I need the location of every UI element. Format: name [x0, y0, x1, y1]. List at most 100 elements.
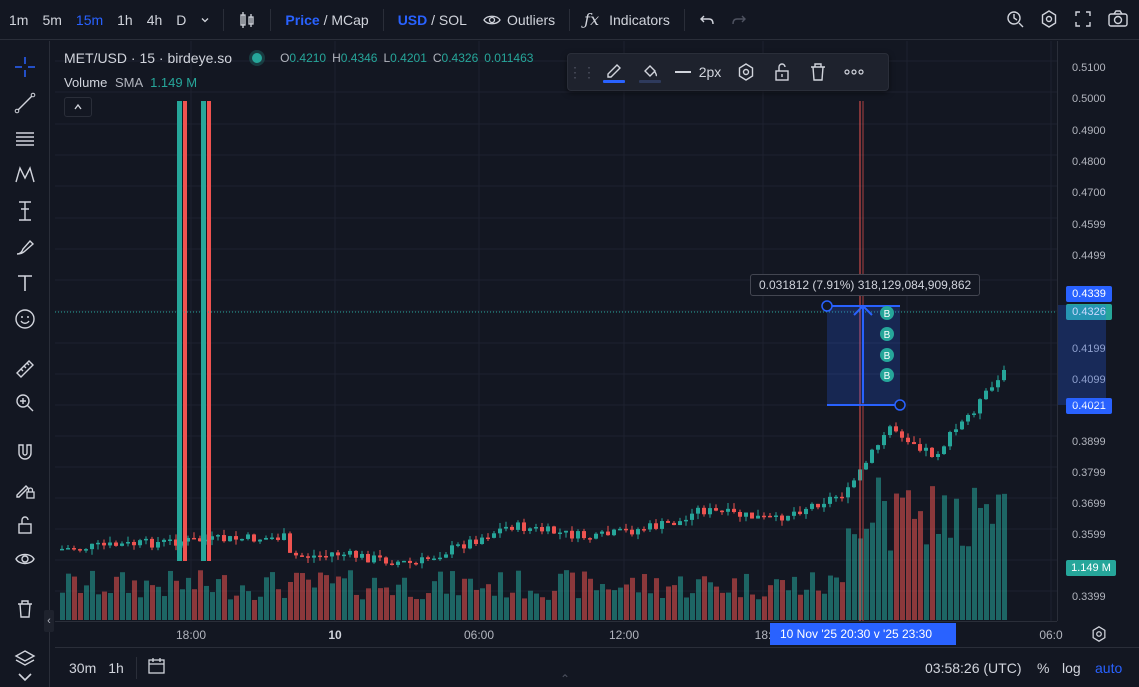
- trendline-tool[interactable]: [11, 89, 39, 117]
- timeframe-1m[interactable]: 1m: [2, 12, 35, 28]
- candle-body: [978, 399, 982, 414]
- lock-button[interactable]: [764, 53, 800, 91]
- volume-bar: [270, 572, 275, 620]
- volume-bar: [696, 579, 701, 620]
- volume-bar: [114, 576, 119, 620]
- goto-date-button[interactable]: [147, 657, 167, 678]
- volume-bar: [918, 511, 923, 620]
- more-button[interactable]: [836, 53, 872, 91]
- candle-body: [324, 555, 328, 558]
- indicators-button[interactable]: ƒx Indicators: [576, 10, 678, 29]
- utc-clock[interactable]: 03:58:26 (UTC): [925, 660, 1021, 676]
- fill-color-button[interactable]: [632, 53, 668, 91]
- time-axis[interactable]: 18:00 10 06:00 12:00 18: 06:0 10 Nov '25…: [55, 621, 1063, 646]
- candle-body: [660, 521, 664, 529]
- line-width-button[interactable]: 2px: [668, 53, 728, 91]
- range-30m-button[interactable]: 30m: [69, 660, 96, 676]
- symbol-title[interactable]: MET/USD · 15 · birdeye.so: [64, 50, 232, 66]
- candle-body: [762, 515, 766, 518]
- candle-body: [90, 543, 94, 550]
- candle-body: [822, 503, 826, 508]
- candle-body: [384, 557, 388, 564]
- collapse-legend-button[interactable]: [64, 97, 92, 117]
- settings-button[interactable]: [1039, 9, 1059, 32]
- text-tool[interactable]: [11, 269, 39, 297]
- percent-scale-button[interactable]: %: [1037, 660, 1049, 676]
- toolbar-more[interactable]: [11, 667, 39, 687]
- emoji-tool[interactable]: [11, 305, 39, 333]
- crosshair-tool[interactable]: [11, 53, 39, 81]
- timeframe-D[interactable]: D: [169, 12, 193, 28]
- undo-button[interactable]: [691, 13, 723, 27]
- measure-tool[interactable]: [11, 197, 39, 225]
- timeframe-5m[interactable]: 5m: [35, 12, 68, 28]
- pattern-tool[interactable]: [11, 161, 39, 189]
- line-color-button[interactable]: [596, 53, 632, 91]
- candle-body: [450, 545, 454, 555]
- ruler-tool[interactable]: [11, 355, 39, 383]
- auto-scale-button[interactable]: auto: [1095, 660, 1122, 676]
- collapse-toolbar-handle[interactable]: ‹: [44, 610, 54, 632]
- alert-button[interactable]: [1005, 9, 1025, 32]
- hide-tool[interactable]: [11, 545, 39, 573]
- settings-button[interactable]: [728, 53, 764, 91]
- sol-option[interactable]: / SOL: [431, 12, 467, 28]
- volume-bar: [606, 589, 611, 620]
- remove-drawings-tool[interactable]: [11, 595, 39, 623]
- candle-body: [276, 537, 280, 540]
- candle-body: [972, 413, 976, 415]
- price-range-label: 0.031812 (7.91%) 318,129,084,909,862: [750, 274, 981, 296]
- volume-bar: [378, 588, 383, 620]
- volume-bar: [630, 577, 635, 620]
- screenshot-button[interactable]: [1107, 9, 1129, 32]
- price-mcap-toggle[interactable]: Price / MCap: [277, 12, 376, 28]
- volume-label[interactable]: Volume: [64, 75, 107, 90]
- volume-bar: [342, 578, 347, 620]
- candle-type-button[interactable]: [230, 10, 264, 30]
- collapse-bottom-panel-icon[interactable]: ⌃: [560, 672, 570, 686]
- chart-settings-button[interactable]: [1090, 625, 1108, 646]
- price-range-band: [1058, 305, 1106, 405]
- volume-bar: [768, 585, 773, 620]
- candle-body: [132, 541, 136, 546]
- log-scale-button[interactable]: log: [1062, 660, 1081, 676]
- undo-icon: [699, 15, 714, 24]
- timeframe-dropdown-icon[interactable]: [193, 12, 217, 28]
- volume-bar: [924, 544, 929, 620]
- price-label: 0.5100: [1072, 62, 1106, 74]
- candle-body: [588, 538, 592, 540]
- volume-bar: [528, 590, 533, 620]
- volume-bar: [996, 494, 1001, 620]
- drag-handle[interactable]: ⋮⋮: [568, 53, 596, 91]
- lock-all-tool[interactable]: [11, 511, 39, 539]
- volume-bar: [726, 592, 731, 620]
- timeframe-1h[interactable]: 1h: [110, 12, 140, 28]
- fib-tool[interactable]: [11, 125, 39, 153]
- zoom-tool[interactable]: [11, 389, 39, 417]
- redo-button[interactable]: [723, 13, 755, 27]
- volume-bar: [258, 596, 263, 620]
- fullscreen-button[interactable]: [1073, 9, 1093, 32]
- currency-toggle[interactable]: USD / SOL: [390, 12, 475, 28]
- candle-body: [774, 515, 778, 517]
- candlestick-chart[interactable]: BBBB: [55, 41, 1057, 621]
- candle-body: [96, 542, 100, 545]
- chart-pane[interactable]: BBBB: [55, 41, 1057, 621]
- usd-option[interactable]: USD: [398, 12, 428, 28]
- candle-body: [498, 528, 502, 534]
- timeframe-4h[interactable]: 4h: [140, 12, 170, 28]
- volume-bar: [912, 518, 917, 620]
- delete-button[interactable]: [800, 53, 836, 91]
- magnet-tool[interactable]: [11, 439, 39, 467]
- mcap-option[interactable]: / MCap: [324, 12, 369, 28]
- lock-draw-tool[interactable]: [11, 475, 39, 503]
- candle-body: [522, 522, 526, 531]
- volume-bar: [138, 597, 143, 620]
- outliers-button[interactable]: Outliers: [475, 12, 563, 28]
- price-option[interactable]: Price: [285, 12, 319, 28]
- range-1h-button[interactable]: 1h: [108, 660, 124, 676]
- timeframe-15m[interactable]: 15m: [69, 12, 110, 28]
- candle-body: [408, 560, 412, 563]
- indicators-label: Indicators: [609, 11, 670, 28]
- brush-tool[interactable]: [11, 233, 39, 261]
